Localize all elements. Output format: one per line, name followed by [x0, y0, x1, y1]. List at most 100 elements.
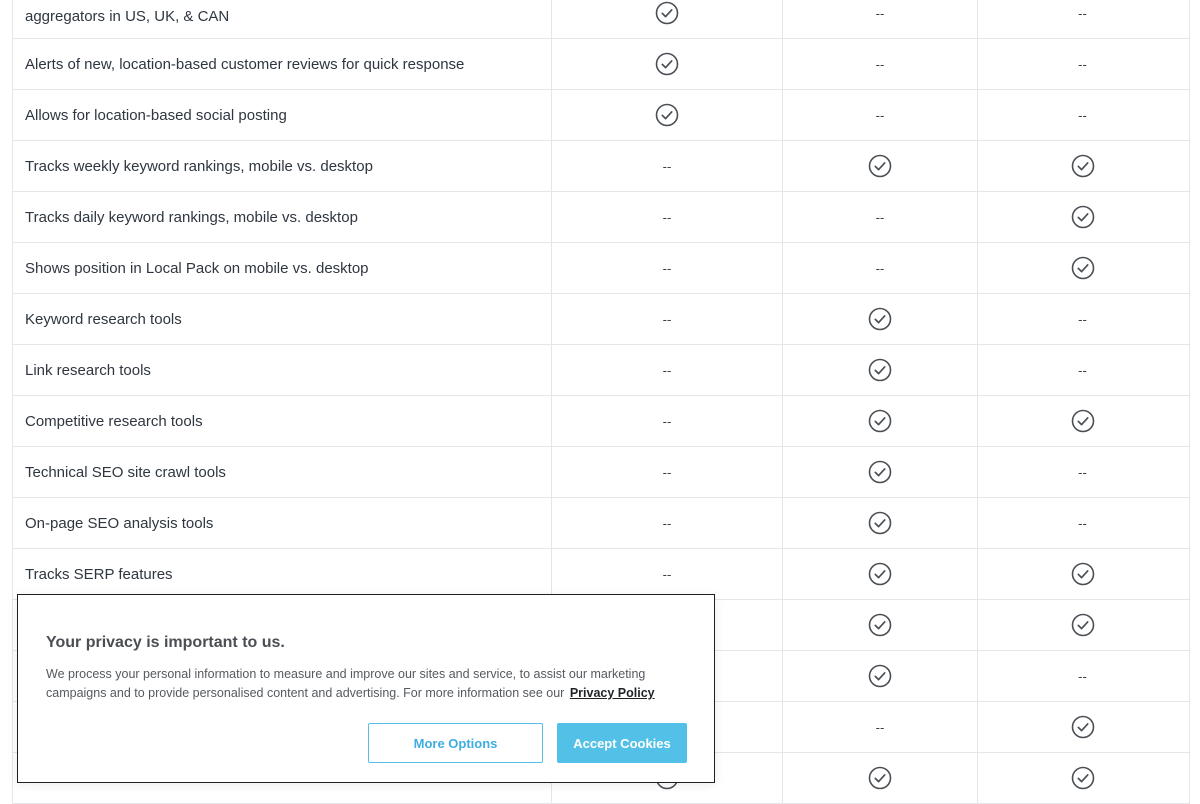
- check-circle-icon: [655, 1, 679, 25]
- check-circle-icon: [868, 613, 892, 637]
- feature-label: Keyword research tools: [13, 294, 552, 344]
- feature-label: Competitive research tools: [13, 396, 552, 446]
- feature-cell: --: [783, 243, 978, 293]
- check-circle-icon: [868, 460, 892, 484]
- not-included-dash: --: [662, 362, 672, 378]
- feature-cell: --: [978, 345, 1187, 395]
- feature-cell: --: [978, 294, 1187, 344]
- feature-cell: --: [552, 141, 783, 191]
- feature-label: Tracks daily keyword rankings, mobile vs…: [13, 192, 552, 242]
- feature-cell: --: [552, 498, 783, 548]
- table-row: Shows position in Local Pack on mobile v…: [13, 243, 1189, 294]
- check-circle-icon: [868, 664, 892, 688]
- not-included-dash: --: [1078, 362, 1087, 378]
- feature-cell: --: [552, 396, 783, 446]
- feature-cell: [978, 243, 1187, 293]
- feature-cell: --: [552, 243, 783, 293]
- feature-cell: [783, 294, 978, 344]
- privacy-policy-link[interactable]: Privacy Policy: [570, 686, 655, 700]
- feature-label: Alerts of new, location-based customer r…: [13, 39, 552, 89]
- feature-cell: [552, 90, 783, 140]
- table-row: On-page SEO analysis tools -- --: [13, 498, 1189, 549]
- check-circle-icon: [655, 52, 679, 76]
- check-circle-icon: [868, 562, 892, 586]
- not-included-dash: --: [1078, 311, 1087, 327]
- feature-cell: [978, 753, 1187, 803]
- table-row: Keyword research tools -- --: [13, 294, 1189, 345]
- cookie-consent-dialog: Your privacy is important to us. We proc…: [17, 594, 715, 783]
- not-included-dash: --: [662, 464, 672, 480]
- not-included-dash: --: [662, 260, 672, 276]
- check-circle-icon: [1071, 613, 1095, 637]
- not-included-dash: --: [662, 158, 672, 174]
- check-circle-icon: [1071, 562, 1095, 586]
- feature-label: aggregators in US, UK, & CAN: [13, 0, 552, 38]
- check-circle-icon: [868, 154, 892, 178]
- feature-cell: --: [783, 192, 978, 242]
- not-included-dash: --: [662, 311, 672, 327]
- check-circle-icon: [1071, 715, 1095, 739]
- feature-cell: --: [552, 192, 783, 242]
- feature-cell: [978, 549, 1187, 599]
- feature-cell: [978, 600, 1187, 650]
- feature-cell: --: [552, 447, 783, 497]
- table-row: Technical SEO site crawl tools -- --: [13, 447, 1189, 498]
- not-included-dash: --: [662, 566, 672, 582]
- feature-cell: [978, 702, 1187, 752]
- feature-cell: --: [978, 651, 1187, 701]
- feature-cell: [552, 39, 783, 89]
- feature-label: Allows for location-based social posting: [13, 90, 552, 140]
- check-circle-icon: [655, 103, 679, 127]
- feature-label: Tracks weekly keyword rankings, mobile v…: [13, 141, 552, 191]
- not-included-dash: --: [875, 719, 885, 735]
- feature-cell: [783, 651, 978, 701]
- check-circle-icon: [868, 511, 892, 535]
- not-included-dash: --: [1078, 668, 1087, 684]
- more-options-button[interactable]: More Options: [368, 723, 543, 763]
- not-included-dash: --: [1078, 56, 1087, 72]
- check-circle-icon: [868, 358, 892, 382]
- feature-cell: --: [783, 702, 978, 752]
- feature-label: Shows position in Local Pack on mobile v…: [13, 243, 552, 293]
- not-included-dash: --: [1078, 464, 1087, 480]
- not-included-dash: --: [875, 260, 885, 276]
- feature-label: Link research tools: [13, 345, 552, 395]
- feature-cell: [783, 753, 978, 803]
- not-included-dash: --: [875, 107, 885, 123]
- check-circle-icon: [1071, 409, 1095, 433]
- feature-cell: --: [552, 294, 783, 344]
- not-included-dash: --: [1078, 107, 1087, 123]
- not-included-dash: --: [875, 5, 885, 21]
- table-row: aggregators in US, UK, & CAN -- --: [13, 0, 1189, 39]
- feature-label: Tracks SERP features: [13, 549, 552, 599]
- feature-cell: --: [552, 549, 783, 599]
- check-circle-icon: [868, 307, 892, 331]
- not-included-dash: --: [1078, 515, 1087, 531]
- feature-cell: --: [783, 39, 978, 89]
- check-circle-icon: [1071, 154, 1095, 178]
- check-circle-icon: [1071, 205, 1095, 229]
- feature-cell: --: [552, 345, 783, 395]
- accept-cookies-button[interactable]: Accept Cookies: [557, 723, 687, 763]
- feature-cell: --: [783, 0, 978, 38]
- table-row: Tracks weekly keyword rankings, mobile v…: [13, 141, 1189, 192]
- feature-cell: [783, 141, 978, 191]
- table-row: Allows for location-based social posting…: [13, 90, 1189, 141]
- feature-cell: [978, 396, 1187, 446]
- not-included-dash: --: [875, 56, 885, 72]
- check-circle-icon: [1071, 256, 1095, 280]
- table-row: Tracks daily keyword rankings, mobile vs…: [13, 192, 1189, 243]
- feature-label: Technical SEO site crawl tools: [13, 447, 552, 497]
- feature-cell: [978, 141, 1187, 191]
- table-row: Competitive research tools --: [13, 396, 1189, 447]
- table-row: Alerts of new, location-based customer r…: [13, 39, 1189, 90]
- check-circle-icon: [868, 766, 892, 790]
- check-circle-icon: [868, 409, 892, 433]
- feature-cell: [783, 498, 978, 548]
- feature-cell: [978, 192, 1187, 242]
- not-included-dash: --: [662, 209, 672, 225]
- feature-cell: --: [978, 90, 1187, 140]
- cookie-description: We process your personal information to …: [46, 665, 686, 703]
- table-row: Tracks SERP features --: [13, 549, 1189, 600]
- feature-cell: --: [978, 447, 1187, 497]
